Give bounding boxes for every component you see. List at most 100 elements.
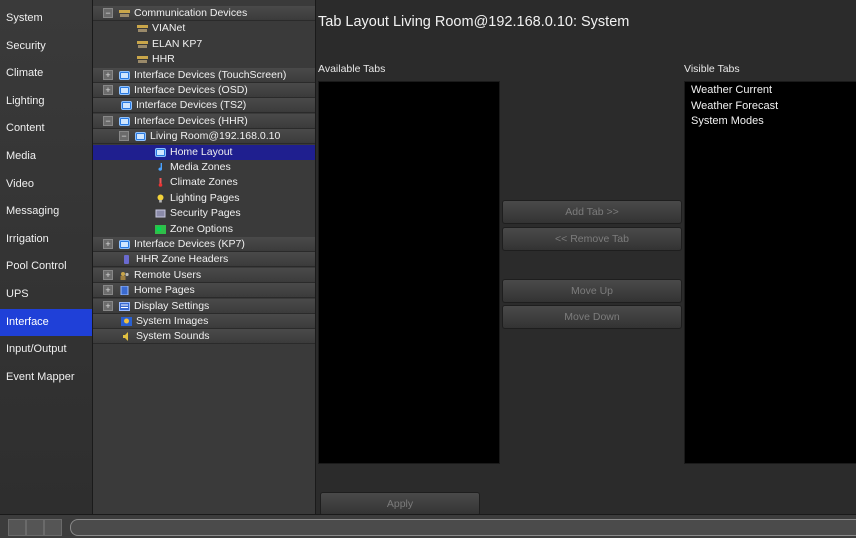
- monitor-icon: [135, 132, 146, 142]
- zone-icon: [155, 224, 166, 234]
- apply-button[interactable]: Apply: [320, 492, 480, 516]
- remove-tab-button[interactable]: << Remove Tab: [502, 227, 682, 251]
- display-icon: [119, 301, 130, 311]
- tree-node-label: Display Settings: [134, 299, 210, 312]
- tree-node-label: Zone Options: [170, 222, 234, 235]
- sidebar-item-video[interactable]: Video: [0, 171, 92, 198]
- visible-tab-item[interactable]: Weather Forecast: [691, 100, 778, 112]
- available-tabs-list[interactable]: [318, 81, 500, 464]
- tree-node-system-images[interactable]: System Images: [93, 314, 315, 329]
- status-tile[interactable]: [44, 519, 62, 536]
- tree-node-label: Climate Zones: [170, 176, 238, 189]
- tree-node-interface-devices-touchscreen[interactable]: + Interface Devices (TouchScreen): [93, 67, 315, 83]
- collapse-icon[interactable]: −: [103, 115, 113, 126]
- sidebar-item-input-output[interactable]: Input/Output: [0, 336, 92, 363]
- tree-node-lighting-pages[interactable]: Lighting Pages: [93, 191, 315, 206]
- lightbulb-icon: [157, 194, 164, 203]
- tree-node-home-layout[interactable]: Home Layout: [93, 144, 315, 160]
- category-sidebar: System Security Climate Lighting Content Medi…: [0, 0, 93, 514]
- music-note-icon: [158, 163, 163, 171]
- sidebar-item-climate[interactable]: Climate: [0, 60, 92, 87]
- tree-node-label: System Images: [136, 315, 209, 327]
- expand-icon[interactable]: +: [103, 69, 113, 80]
- page-icon: [120, 286, 129, 296]
- network-icon: [119, 10, 130, 17]
- tree-node-zone-options[interactable]: Zone Options: [93, 222, 315, 237]
- sidebar-item-messaging[interactable]: Messaging: [0, 198, 92, 225]
- expand-icon[interactable]: +: [103, 300, 113, 311]
- tree-node-label: Interface Devices (TouchScreen): [134, 68, 287, 81]
- status-tile[interactable]: [26, 519, 44, 536]
- tree-node-label: Interface Devices (OSD): [134, 84, 248, 96]
- visible-tabs-list[interactable]: Weather Current Weather Forecast System Mo…: [684, 81, 856, 464]
- monitor-icon: [155, 147, 166, 157]
- tree-node-label: Remote Users: [134, 268, 202, 281]
- tree-node-label: HHR: [152, 53, 175, 66]
- available-tabs-label: Available Tabs: [318, 63, 386, 75]
- tree-node-label: Living Room@192.168.0.10: [150, 130, 281, 143]
- add-tab-button[interactable]: Add Tab >>: [502, 200, 682, 224]
- tree-node-display-settings[interactable]: + Display Settings: [93, 298, 315, 314]
- tree-node-vianet[interactable]: VIANet: [93, 21, 315, 36]
- tree-node-home-pages[interactable]: + Home Pages: [93, 283, 315, 299]
- sidebar-item-content[interactable]: Content: [0, 115, 92, 142]
- tree-node-communication-devices[interactable]: − Communication Devices: [93, 6, 315, 21]
- tree-node-living-room-192-168-0-10[interactable]: − Living Room@192.168.0.10: [93, 129, 315, 145]
- sidebar-item-media[interactable]: Media: [0, 143, 92, 170]
- horizontal-scrollbar[interactable]: [70, 519, 856, 536]
- sidebar-item-security[interactable]: Security: [0, 33, 92, 60]
- collapse-icon[interactable]: −: [119, 131, 129, 142]
- tree-node-system-sounds[interactable]: System Sounds: [93, 329, 315, 345]
- monitor-icon: [119, 116, 130, 126]
- tree-node-remote-users[interactable]: + Remote Users: [93, 267, 315, 283]
- move-up-button[interactable]: Move Up: [502, 279, 682, 303]
- tree-node-label: Home Pages: [134, 284, 195, 297]
- tree-node-interface-devices-kp7[interactable]: + Interface Devices (KP7): [93, 237, 315, 252]
- image-icon: [121, 317, 132, 326]
- tree-node-elan-kp7[interactable]: ELAN KP7: [93, 37, 315, 52]
- move-down-button[interactable]: Move Down: [502, 305, 682, 329]
- expand-icon[interactable]: +: [103, 239, 113, 249]
- tree-node-label: Home Layout: [170, 145, 233, 158]
- tree-node-media-zones[interactable]: Media Zones: [93, 160, 315, 175]
- visible-tab-item[interactable]: System Modes: [691, 115, 764, 127]
- thermometer-icon: [158, 178, 163, 188]
- sidebar-item-interface[interactable]: Interface: [0, 308, 92, 336]
- sidebar-item-pool-control[interactable]: Pool Control: [0, 253, 92, 280]
- tree-node-interface-devices-hhr[interactable]: − Interface Devices (HHR): [93, 113, 315, 129]
- expand-icon[interactable]: +: [103, 285, 113, 296]
- network-icon: [137, 40, 148, 48]
- tree-node-label: Interface Devices (TS2): [136, 99, 247, 112]
- tree-node-label: VIANet: [152, 22, 186, 35]
- speaker-icon: [123, 332, 128, 342]
- tree-node-interface-devices-osd[interactable]: + Interface Devices (OSD): [93, 83, 315, 98]
- tree-node-security-pages[interactable]: Security Pages: [93, 206, 315, 221]
- users-icon: [120, 271, 129, 280]
- monitor-icon: [119, 70, 130, 80]
- status-tile[interactable]: [8, 519, 26, 536]
- tree-node-label: Interface Devices (HHR): [134, 114, 248, 127]
- network-icon: [137, 25, 148, 33]
- sidebar-item-ups[interactable]: UPS: [0, 281, 92, 308]
- tree-node-label: Lighting Pages: [170, 191, 240, 204]
- collapse-icon[interactable]: −: [103, 8, 113, 18]
- sidebar-item-irrigation[interactable]: Irrigation: [0, 226, 92, 253]
- tree-node-hhr[interactable]: HHR: [93, 52, 315, 67]
- visible-tab-item[interactable]: Weather Current: [691, 84, 772, 96]
- sidebar-item-system[interactable]: System: [0, 5, 92, 32]
- tree-node-label: Security Pages: [170, 207, 241, 220]
- expand-icon[interactable]: +: [103, 85, 113, 95]
- tree-node-label: HHR Zone Headers: [136, 253, 229, 266]
- visible-tabs-label: Visible Tabs: [684, 63, 740, 75]
- monitor-icon: [119, 86, 130, 95]
- sidebar-item-lighting[interactable]: Lighting: [0, 88, 92, 115]
- tree-node-interface-devices-ts2[interactable]: Interface Devices (TS2): [93, 98, 315, 114]
- tree-node-label: Media Zones: [170, 161, 231, 173]
- sidebar-item-event-mapper[interactable]: Event Mapper: [0, 364, 92, 391]
- device-tree: − Communication Devices VIANet ELAN KP7 HHR +…: [93, 0, 316, 514]
- tree-node-climate-zones[interactable]: Climate Zones: [93, 175, 315, 190]
- tree-node-hhr-zone-headers[interactable]: HHR Zone Headers: [93, 252, 315, 268]
- security-icon: [155, 209, 166, 218]
- expand-icon[interactable]: +: [103, 269, 113, 280]
- tab-layout-panel: Tab Layout Living Room@192.168.0.10: Sys…: [316, 0, 856, 516]
